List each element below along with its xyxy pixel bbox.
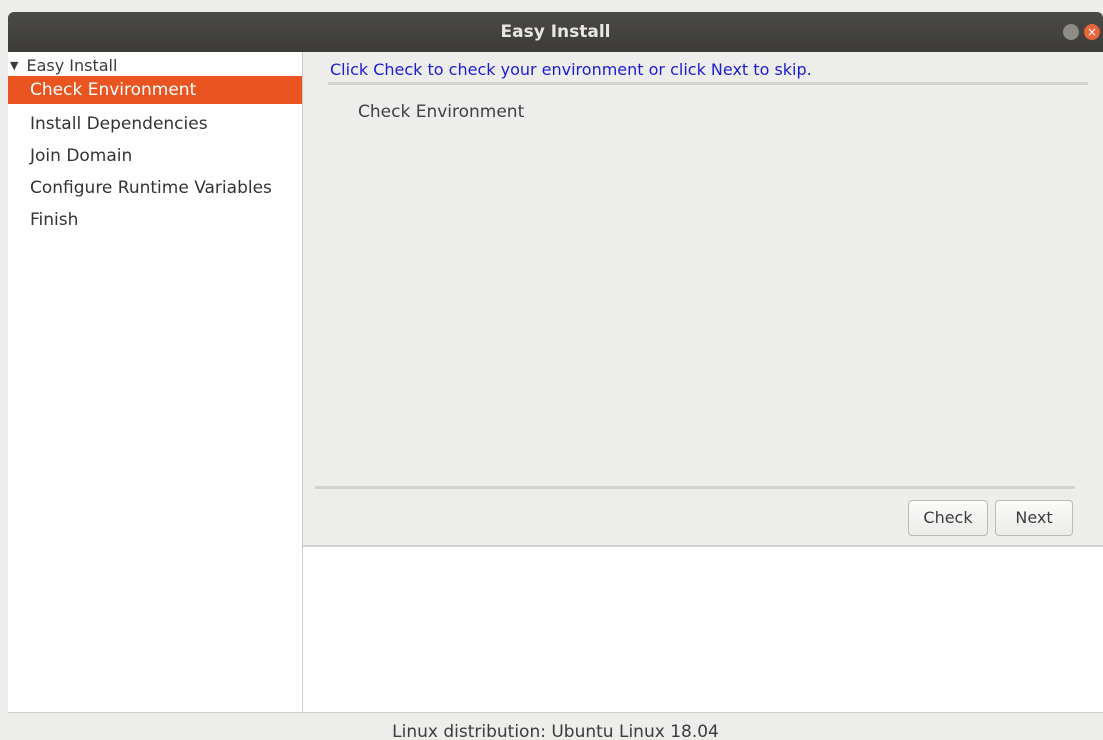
sidebar-item-finish[interactable]: Finish [8,204,302,236]
tree-items: Check Environment Install Dependencies J… [8,76,302,236]
status-bar: Linux distribution: Ubuntu Linux 18.04 [8,713,1103,740]
check-button[interactable]: Check [908,500,988,536]
tree-root-easy-install[interactable]: ▼ Easy Install [10,54,117,76]
sidebar-item-check-environment[interactable]: Check Environment [8,76,302,104]
top-separator [328,82,1088,85]
minimize-icon[interactable] [1063,24,1079,40]
instruction-text: Click Check to check your environment or… [330,60,812,79]
title-bar[interactable]: Easy Install × [8,12,1103,52]
close-icon[interactable]: × [1084,24,1100,40]
next-button[interactable]: Next [995,500,1073,536]
sidebar-item-join-domain[interactable]: Join Domain [8,140,302,172]
window-title: Easy Install [500,22,611,42]
main-panel: Click Check to check your environment or… [303,52,1103,542]
bottom-separator [315,486,1075,489]
expand-caret-icon[interactable]: ▼ [10,59,18,72]
sidebar-tree: ▼ Easy Install Check Environment Install… [8,52,303,712]
app-window: Easy Install × ▼ Easy Install Check Envi… [0,0,1103,740]
section-label: Check Environment [358,102,525,122]
output-log-area[interactable] [303,545,1103,714]
sidebar-item-configure-runtime-variables[interactable]: Configure Runtime Variables [8,172,302,204]
tree-root-label: Easy Install [26,55,118,75]
sidebar-item-install-dependencies[interactable]: Install Dependencies [8,108,302,140]
